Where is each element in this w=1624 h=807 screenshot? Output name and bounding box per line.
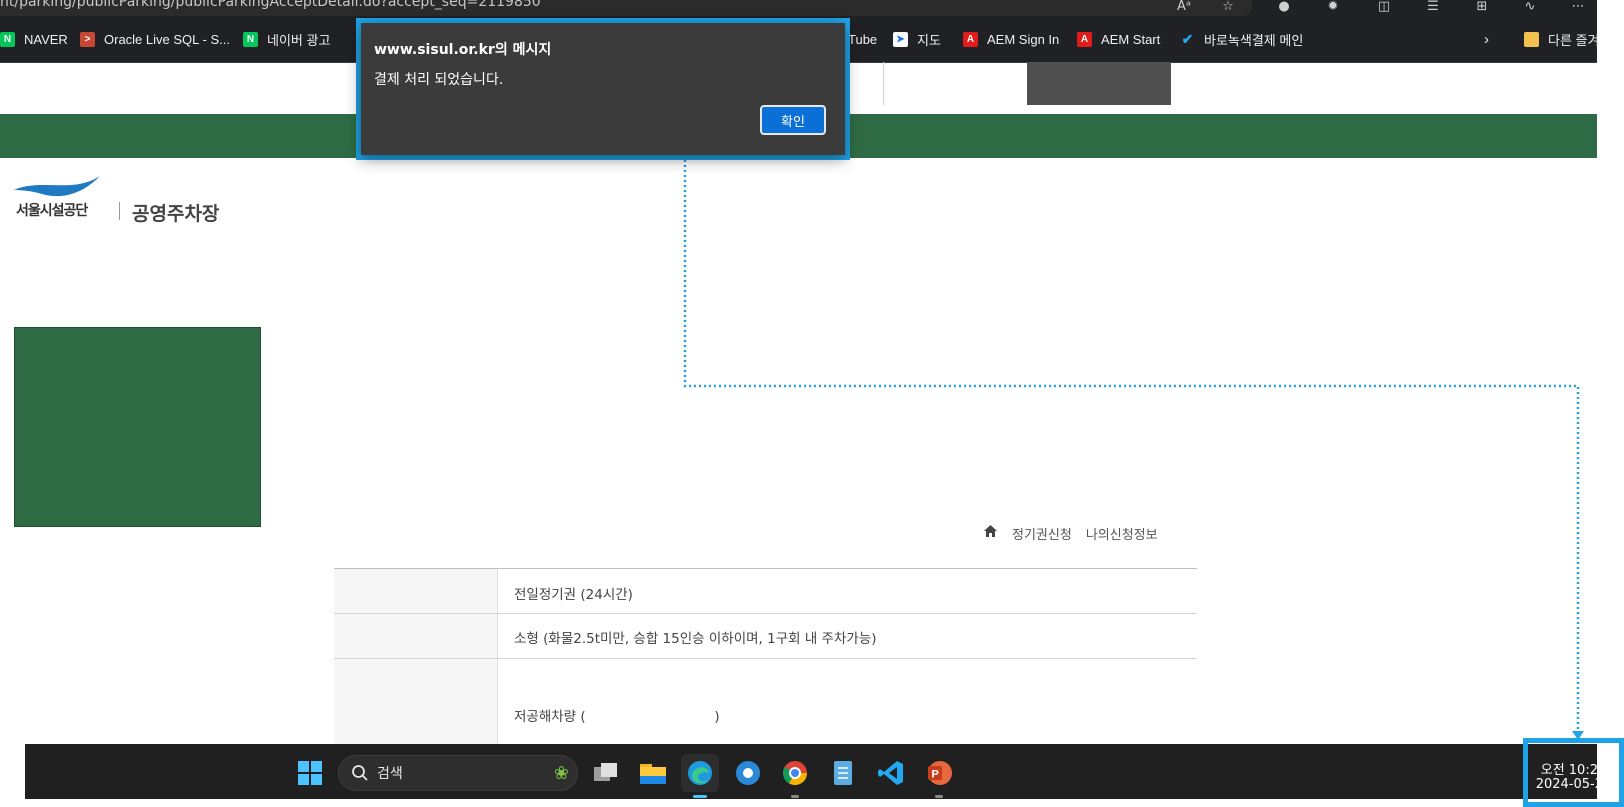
naver-icon: N [0,31,15,47]
bookmark-label: NAVER [24,31,68,47]
favorites-icon[interactable]: ☰ [1420,0,1446,16]
svg-text:P: P [932,769,939,781]
naver-icon: N [243,31,258,47]
start-button[interactable] [297,760,323,786]
bookmark-label: 다른 즐겨 [1548,32,1600,48]
split-screen-icon[interactable]: ◫ [1371,0,1397,16]
vscode-icon[interactable] [872,754,910,792]
notepad-icon[interactable] [824,754,862,792]
oracle-icon: > [80,31,95,47]
table-row-header [334,569,498,613]
profile-icon[interactable]: ● [1271,0,1297,16]
file-explorer-icon[interactable] [634,754,672,792]
breadcrumb-item[interactable]: 나의신청정보 [1086,524,1158,543]
logo-divider [119,202,120,220]
search-highlight-icon: ❀ [553,762,569,784]
ok-button[interactable]: 확인 [760,105,826,135]
more-icon[interactable]: ⋯ [1565,0,1591,16]
bookmark-oracle[interactable]: > Oracle Live SQL - S... [80,28,230,50]
edge-icon[interactable] [681,754,719,798]
windows-icon [298,761,322,785]
extensions-icon[interactable]: ✹ [1320,0,1346,16]
breadcrumb-item[interactable]: 정기권신청 [1012,524,1072,543]
logo-service-name: 공영주차장 [132,203,220,225]
alert-dialog: www.sisul.or.kr의 메시지 결제 처리 되었습니다. 확인 [361,23,845,155]
read-aloud-icon[interactable]: Aᵃ [1171,0,1197,16]
chevron-right-icon[interactable]: › [1484,28,1489,50]
task-view-icon[interactable] [587,754,625,792]
table-row-header [334,659,498,744]
application-detail-table: 전일정기권 (24시간) 소형 (화물2.5t미만, 승합 15인승 이하이며,… [334,568,1197,744]
logo-org-name: 서울시설공단 [16,203,88,219]
bookmark-naver[interactable]: N NAVER [0,28,68,50]
table-cell: 전일정기권 (24시간) [514,587,633,603]
collections-icon[interactable]: ⊞ [1469,0,1495,16]
taskbar-search[interactable]: 검색 ❀ [338,755,578,791]
bookmark-label: Oracle Live SQL - S... [104,31,230,47]
adobe-icon: A [1077,31,1092,47]
adobe-icon: A [963,31,978,47]
address-bar-url[interactable]: nt/parking/publicParking/publicParkingAc… [0,0,541,10]
home-icon[interactable] [983,524,998,542]
chrome-icon[interactable] [776,754,814,798]
bing-icon[interactable] [729,754,767,792]
site-logo[interactable]: 서울시설공단 공영주차장 [12,172,242,234]
search-placeholder: 검색 [377,766,403,782]
bookmark-aem-sign-in[interactable]: A AEM Sign In [963,28,1059,50]
table-row: 소형 (화물2.5t미만, 승합 15인승 이하이며, 1구회 내 주차가능) [334,614,1197,659]
bookmark-aem-start[interactable]: A AEM Start [1077,28,1160,50]
table-row-header [334,614,498,658]
clock-time[interactable]: 오전 10:26 [1523,759,1624,778]
breadcrumb: 정기권신청 나의신청정보 [983,523,1158,543]
side-banner [14,327,261,527]
favorite-star-icon[interactable]: ☆ [1215,0,1241,16]
maps-icon: ➤ [893,31,908,47]
table-row: 전일정기권 (24시간) [334,569,1197,614]
header-divider [883,62,884,105]
bookmark-naver-ads[interactable]: N 네이버 광고 [243,28,330,50]
table-cell: 저공해차량 ( ) [514,709,720,725]
bookmark-youtube[interactable]: Tube [848,28,877,50]
header-banner [1027,62,1171,105]
table-row: 저공해차량 ( ) [334,659,1197,744]
logo-wave-icon [14,176,100,197]
search-icon [352,765,368,781]
bookmark-label: Tube [848,31,878,47]
performance-icon[interactable]: ∿ [1517,0,1543,16]
browser-toolbar: nt/parking/publicParking/publicParkingAc… [0,0,1597,16]
bookmark-baro-pay[interactable]: ✔ 바로녹색결제 메인 [1180,28,1304,50]
folder-icon [1524,31,1539,47]
clock-date[interactable]: 2024-05-25 [1523,777,1624,792]
bookmark-other-folder[interactable]: 다른 즐겨 [1524,28,1599,50]
bookmark-label: AEM Sign In [987,31,1060,47]
bookmark-label: AEM Start [1101,31,1161,47]
bookmark-label: 바로녹색결제 메인 [1204,32,1304,48]
dialog-message: 결제 처리 되었습니다. [374,72,504,88]
table-cell: 소형 (화물2.5t미만, 승합 15인승 이하이며, 1구회 내 주차가능) [514,631,877,647]
pay-icon: ✔ [1181,30,1194,47]
bookmark-label: 네이버 광고 [267,32,331,48]
bookmark-label: 지도 [917,32,941,48]
bookmark-maps[interactable]: ➤ 지도 [893,28,941,50]
dialog-title: www.sisul.or.kr의 메시지 [374,42,552,58]
powerpoint-icon[interactable]: P [920,754,958,798]
